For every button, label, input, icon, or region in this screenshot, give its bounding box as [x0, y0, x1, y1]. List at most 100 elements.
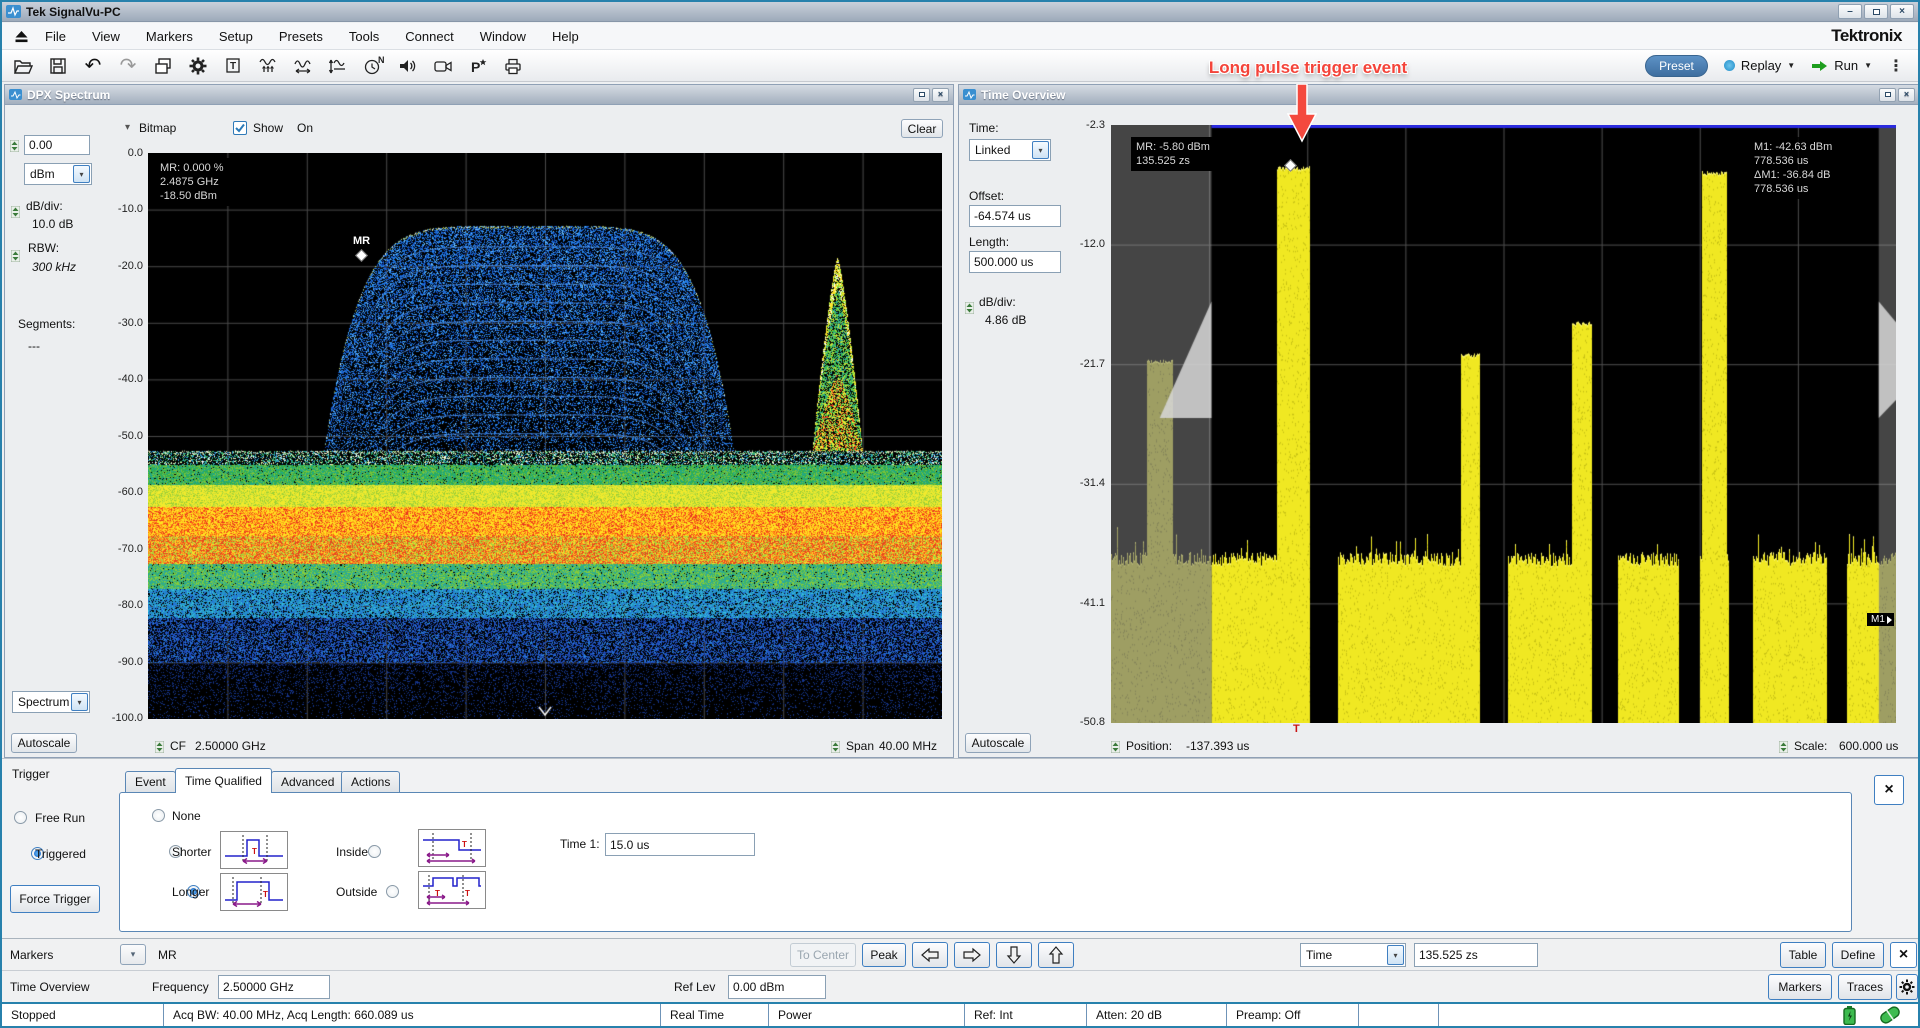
- tab-event[interactable]: Event: [125, 771, 176, 792]
- marker-down-button[interactable]: [996, 942, 1032, 968]
- run-button[interactable]: Run ▼: [1811, 58, 1872, 73]
- trace-mode-select[interactable]: Spectrum ▾: [12, 691, 90, 713]
- inside-radio[interactable]: [368, 845, 381, 858]
- offset-input[interactable]: -64.574 us: [969, 205, 1061, 227]
- ref-lev-input[interactable]: 0.00 dBm: [728, 975, 826, 999]
- outside-radio[interactable]: [386, 885, 399, 898]
- panel-close-button[interactable]: ×: [932, 88, 949, 102]
- ref-level-spinner-icon[interactable]: [10, 139, 19, 157]
- cf-spinner-icon[interactable]: [155, 740, 164, 758]
- markers-panel-button[interactable]: Markers: [1768, 974, 1832, 1000]
- markers-bar-label: Markers: [10, 948, 53, 962]
- chevron-down-icon: ▾: [1387, 945, 1404, 965]
- free-run-radio[interactable]: [14, 811, 27, 824]
- time-link-select[interactable]: Linked ▾: [969, 139, 1051, 161]
- minimize-button[interactable]: –: [1838, 4, 1862, 19]
- close-button[interactable]: ×: [1890, 4, 1914, 19]
- position-spinner-icon[interactable]: [1111, 740, 1120, 758]
- db-div-spinner-icon[interactable]: [11, 205, 20, 223]
- undo-icon[interactable]: ↶: [80, 53, 106, 79]
- pulse-measure-icon[interactable]: [290, 53, 316, 79]
- none-radio[interactable]: [152, 809, 165, 822]
- rbw-spinner-icon[interactable]: [11, 249, 20, 267]
- to-db-div-spinner-icon[interactable]: [965, 301, 974, 319]
- replay-button[interactable]: Replay ▼: [1724, 58, 1795, 73]
- restore-button[interactable]: [1864, 4, 1888, 19]
- selected-marker-label: MR: [158, 948, 177, 962]
- time-overview-plot[interactable]: [1111, 125, 1896, 723]
- panel-restore-button[interactable]: [1879, 88, 1896, 102]
- axis-tick: -10.0: [101, 203, 143, 215]
- panel-close-button[interactable]: ×: [1898, 88, 1915, 102]
- video-capture-icon[interactable]: [430, 53, 456, 79]
- dpx-autoscale-button[interactable]: Autoscale: [11, 733, 77, 753]
- copy-display-icon[interactable]: [150, 53, 176, 79]
- redo-icon[interactable]: ↷: [115, 53, 141, 79]
- marker-left-button[interactable]: [912, 942, 948, 968]
- arrow-left-icon: [920, 947, 940, 963]
- table-button[interactable]: Table: [1780, 942, 1826, 968]
- scale-label: Scale:: [1794, 739, 1827, 753]
- markers-close-button[interactable]: ×: [1890, 942, 1917, 968]
- bitmap-chevron-icon[interactable]: ▾: [125, 122, 130, 133]
- peak-button[interactable]: Peak: [862, 943, 906, 967]
- menu-connect[interactable]: Connect: [392, 25, 466, 48]
- time-qualified-panel: None Shorter T Longer T Inside T Outside…: [119, 792, 1852, 932]
- to-m1-edge-flag[interactable]: M1: [1867, 613, 1894, 626]
- marker-domain-select[interactable]: Time ▾: [1300, 943, 1406, 967]
- scale-spinner-icon[interactable]: [1779, 740, 1788, 758]
- menu-help[interactable]: Help: [539, 25, 592, 48]
- trigger-section: Trigger Free Run Triggered Force Trigger…: [2, 758, 1918, 938]
- dpx-panel-header[interactable]: DPX Spectrum ×: [5, 85, 953, 105]
- menu-file[interactable]: File: [32, 25, 79, 48]
- dpx-display-icon[interactable]: [255, 53, 281, 79]
- collapse-menu-icon[interactable]: [10, 23, 32, 49]
- menu-setup[interactable]: Setup: [206, 25, 266, 48]
- define-button[interactable]: Define: [1832, 942, 1884, 968]
- status-ref: Ref: Int: [965, 1004, 1087, 1026]
- time-overview-header[interactable]: Time Overview ×: [959, 85, 1919, 105]
- panel-restore-button[interactable]: [913, 88, 930, 102]
- markers-dropdown-button[interactable]: ▾: [120, 944, 146, 965]
- marker-right-button[interactable]: [954, 942, 990, 968]
- print-icon[interactable]: [500, 53, 526, 79]
- marker-value-input[interactable]: 135.525 zs: [1414, 943, 1538, 967]
- tab-advanced[interactable]: Advanced: [271, 771, 344, 792]
- svg-text:T: T: [263, 890, 268, 899]
- menu-window[interactable]: Window: [467, 25, 539, 48]
- display-settings-button[interactable]: [1896, 974, 1918, 1000]
- unit-select[interactable]: dBm ▾: [24, 163, 92, 185]
- traces-panel-button[interactable]: Traces: [1838, 974, 1892, 1000]
- menu-markers[interactable]: Markers: [133, 25, 206, 48]
- preset-star-icon[interactable]: P: [465, 53, 491, 79]
- save-icon[interactable]: [45, 53, 71, 79]
- more-options-icon[interactable]: ⋮: [1888, 56, 1904, 76]
- time1-input[interactable]: 15.0 us: [605, 833, 755, 856]
- tab-time-qualified[interactable]: Time Qualified: [175, 768, 272, 793]
- clear-button[interactable]: Clear: [901, 119, 943, 138]
- frequency-input[interactable]: 2.50000 GHz: [218, 975, 330, 999]
- force-trigger-button[interactable]: Force Trigger: [10, 885, 100, 913]
- to-center-button[interactable]: To Center: [790, 943, 856, 967]
- tab-actions[interactable]: Actions: [341, 771, 400, 792]
- length-input[interactable]: 500.000 us: [969, 251, 1061, 273]
- span-spinner-icon[interactable]: [831, 740, 840, 758]
- status-power: Power: [769, 1004, 965, 1026]
- menu-tools[interactable]: Tools: [336, 25, 392, 48]
- trigger-close-button[interactable]: ×: [1874, 775, 1904, 805]
- tooltip-icon[interactable]: T: [220, 53, 246, 79]
- noise-measure-icon[interactable]: N: [360, 53, 386, 79]
- preset-button[interactable]: Preset: [1645, 55, 1708, 77]
- audio-demod-icon[interactable]: [395, 53, 421, 79]
- menu-view[interactable]: View: [79, 25, 133, 48]
- show-checkbox[interactable]: [233, 121, 247, 135]
- dpx-spectrum-plot[interactable]: [148, 153, 942, 719]
- axis-tick: -80.0: [101, 599, 143, 611]
- marker-up-button[interactable]: [1038, 942, 1074, 968]
- to-autoscale-button[interactable]: Autoscale: [965, 733, 1031, 753]
- menu-presets[interactable]: Presets: [266, 25, 336, 48]
- settings-gear-icon[interactable]: [185, 53, 211, 79]
- open-file-icon[interactable]: [10, 53, 36, 79]
- amplitude-measure-icon[interactable]: [325, 53, 351, 79]
- ref-level-input[interactable]: 0.00: [24, 135, 90, 155]
